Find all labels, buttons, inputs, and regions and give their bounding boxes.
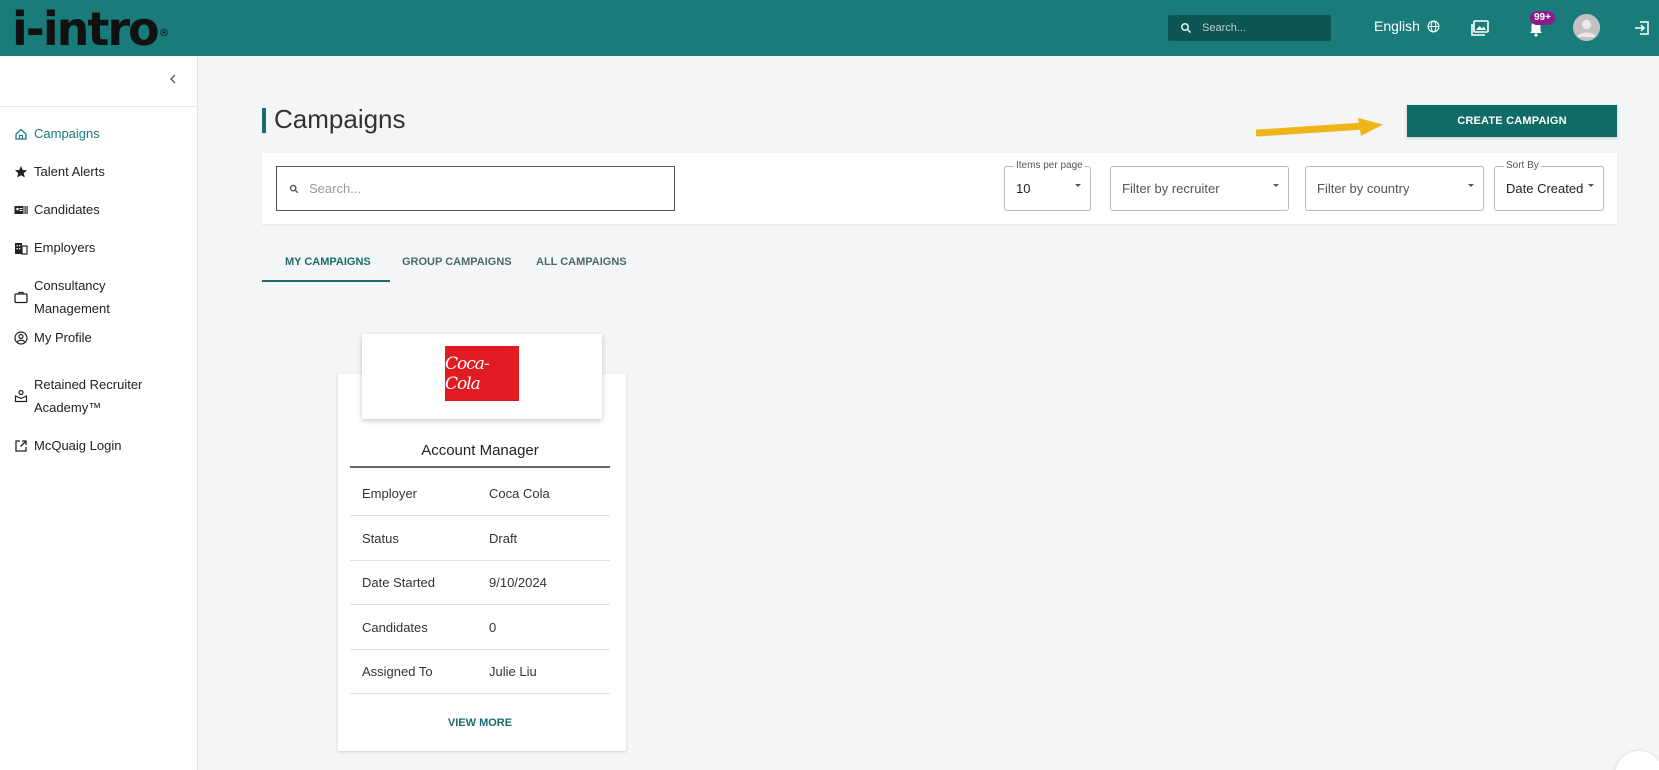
search-icon <box>289 184 299 193</box>
star-icon <box>15 165 27 177</box>
sort-by-value: Date Created (newest) <box>1506 181 1586 196</box>
recruiter-filter-select[interactable]: Filter by recruiter <box>1110 166 1289 211</box>
id-card-icon <box>14 205 28 214</box>
sidebar-item-consultancy-management[interactable]: Consultancy Management <box>14 274 110 320</box>
tab-group-campaigns[interactable]: GROUP CAMPAIGNS <box>390 248 525 282</box>
campaign-search-input[interactable] <box>309 181 649 196</box>
dropdown-caret-icon <box>1273 184 1279 187</box>
briefcase-icon <box>14 291 28 304</box>
card-row-candidates: Candidates 0 <box>350 605 610 650</box>
sidebar-item-mcquaig-login[interactable]: McQuaig Login <box>14 438 121 453</box>
global-search-input[interactable] <box>1202 22 1322 34</box>
campaign-tabs: MY CAMPAIGNS GROUP CAMPAIGNS ALL CAMPAIG… <box>262 248 645 282</box>
card-row-status: Status Draft <box>350 516 610 561</box>
search-icon <box>1180 22 1192 34</box>
chevron-left-icon[interactable] <box>166 72 180 86</box>
sidebar-item-label: McQuaig Login <box>34 438 122 453</box>
gallery-icon <box>1471 20 1489 36</box>
building-icon <box>15 242 28 255</box>
employer-logo-text: Coca-Cola <box>445 353 490 394</box>
coca-cola-logo: Coca-Cola <box>445 346 519 401</box>
dropdown-caret-icon <box>1075 184 1081 187</box>
sidebar-item-label-line2: Academy™ <box>34 400 102 415</box>
sidebar-item-label-line1: Consultancy <box>34 278 106 293</box>
campaign-card[interactable]: Account Manager Employer Coca Cola Statu… <box>338 374 626 751</box>
logo-text: i-intro <box>12 2 160 56</box>
sidebar: Campaigns Talent Alerts Candidates Emplo… <box>0 56 198 770</box>
title-accent-bar <box>262 108 266 133</box>
sidebar-item-campaigns[interactable]: Campaigns <box>14 126 100 141</box>
card-row-key: Candidates <box>362 619 428 635</box>
sidebar-item-candidates[interactable]: Candidates <box>14 202 100 217</box>
items-per-page-select[interactable]: Items per page 10 <box>1004 160 1091 211</box>
card-row-value: Julie Liu <box>489 663 537 679</box>
card-row-value: 9/10/2024 <box>489 574 547 590</box>
help-button[interactable] <box>1615 751 1659 770</box>
user-avatar-icon <box>1573 14 1600 41</box>
card-row-value: Draft <box>489 530 518 546</box>
recruiter-filter-placeholder: Filter by recruiter <box>1122 181 1220 196</box>
sidebar-item-label-line2: Management <box>34 301 110 316</box>
employer-logo-box: Coca-Cola <box>362 334 602 419</box>
logout-button[interactable] <box>1630 16 1654 40</box>
card-row-key: Assigned To <box>362 663 433 679</box>
pointer-arrow-annotation <box>1256 118 1383 137</box>
card-row-key: Date Started <box>362 574 435 590</box>
country-filter-placeholder: Filter by country <box>1317 181 1410 196</box>
sidebar-item-retained-recruiter-academy[interactable]: Retained Recruiter Academy™ <box>14 373 142 419</box>
sidebar-divider <box>0 106 197 107</box>
app-logo[interactable]: i-intro ® <box>12 2 170 52</box>
items-per-page-legend: Items per page <box>1014 160 1085 171</box>
view-more-link[interactable]: VIEW MORE <box>350 717 610 729</box>
sidebar-item-label: My Profile <box>34 330 92 345</box>
home-icon <box>15 128 27 140</box>
card-row-employer: Employer Coca Cola <box>350 471 610 516</box>
global-search[interactable] <box>1168 15 1331 41</box>
card-row-key: Employer <box>362 485 417 501</box>
top-bar: i-intro ® English 99+ <box>0 0 1659 56</box>
card-row-date-started: Date Started 9/10/2024 <box>350 560 610 605</box>
dropdown-caret-icon <box>1468 184 1474 187</box>
dropdown-caret-icon <box>1588 184 1594 187</box>
sidebar-item-label: Talent Alerts <box>34 164 105 179</box>
create-campaign-button[interactable]: CREATE CAMPAIGN <box>1407 105 1617 137</box>
sidebar-item-label: Employers <box>34 240 96 255</box>
sidebar-item-my-profile[interactable]: My Profile <box>14 330 92 345</box>
card-row-value: Coca Cola <box>489 485 550 501</box>
globe-icon <box>1427 20 1440 32</box>
country-filter-select[interactable]: Filter by country <box>1305 166 1484 211</box>
tab-all-campaigns[interactable]: ALL CAMPAIGNS <box>525 248 645 282</box>
sort-by-select[interactable]: Sort By Date Created (newest) <box>1494 160 1604 211</box>
card-row-assigned-to: Assigned To Julie Liu <box>350 649 610 694</box>
academy-icon <box>14 389 28 403</box>
items-per-page-value: 10 <box>1016 181 1031 196</box>
logo-registered-mark: ® <box>158 26 170 39</box>
page-title: Campaigns <box>274 104 406 134</box>
card-row-value: 0 <box>489 619 497 635</box>
language-label: English <box>1374 18 1420 34</box>
sidebar-item-label: Campaigns <box>34 126 100 141</box>
campaign-search[interactable] <box>276 166 675 211</box>
notification-badge: 99+ <box>1530 11 1555 25</box>
sidebar-item-label: Candidates <box>34 202 100 217</box>
external-link-icon <box>15 439 27 452</box>
card-row-key: Status <box>362 530 399 546</box>
gallery-button[interactable] <box>1468 16 1492 40</box>
language-selector[interactable]: English <box>1374 18 1440 34</box>
logout-icon <box>1635 21 1649 35</box>
user-circle-icon <box>14 330 28 345</box>
sort-by-legend: Sort By <box>1504 160 1541 171</box>
sidebar-item-talent-alerts[interactable]: Talent Alerts <box>14 164 105 179</box>
filter-panel: Items per page 10 Filter by recruiter Fi… <box>262 153 1617 224</box>
avatar[interactable] <box>1573 14 1600 41</box>
sidebar-item-employers[interactable]: Employers <box>14 240 95 255</box>
campaign-title: Account Manager <box>350 442 610 468</box>
sidebar-item-label-line1: Retained Recruiter <box>34 377 143 392</box>
tab-my-campaigns[interactable]: MY CAMPAIGNS <box>262 248 390 282</box>
